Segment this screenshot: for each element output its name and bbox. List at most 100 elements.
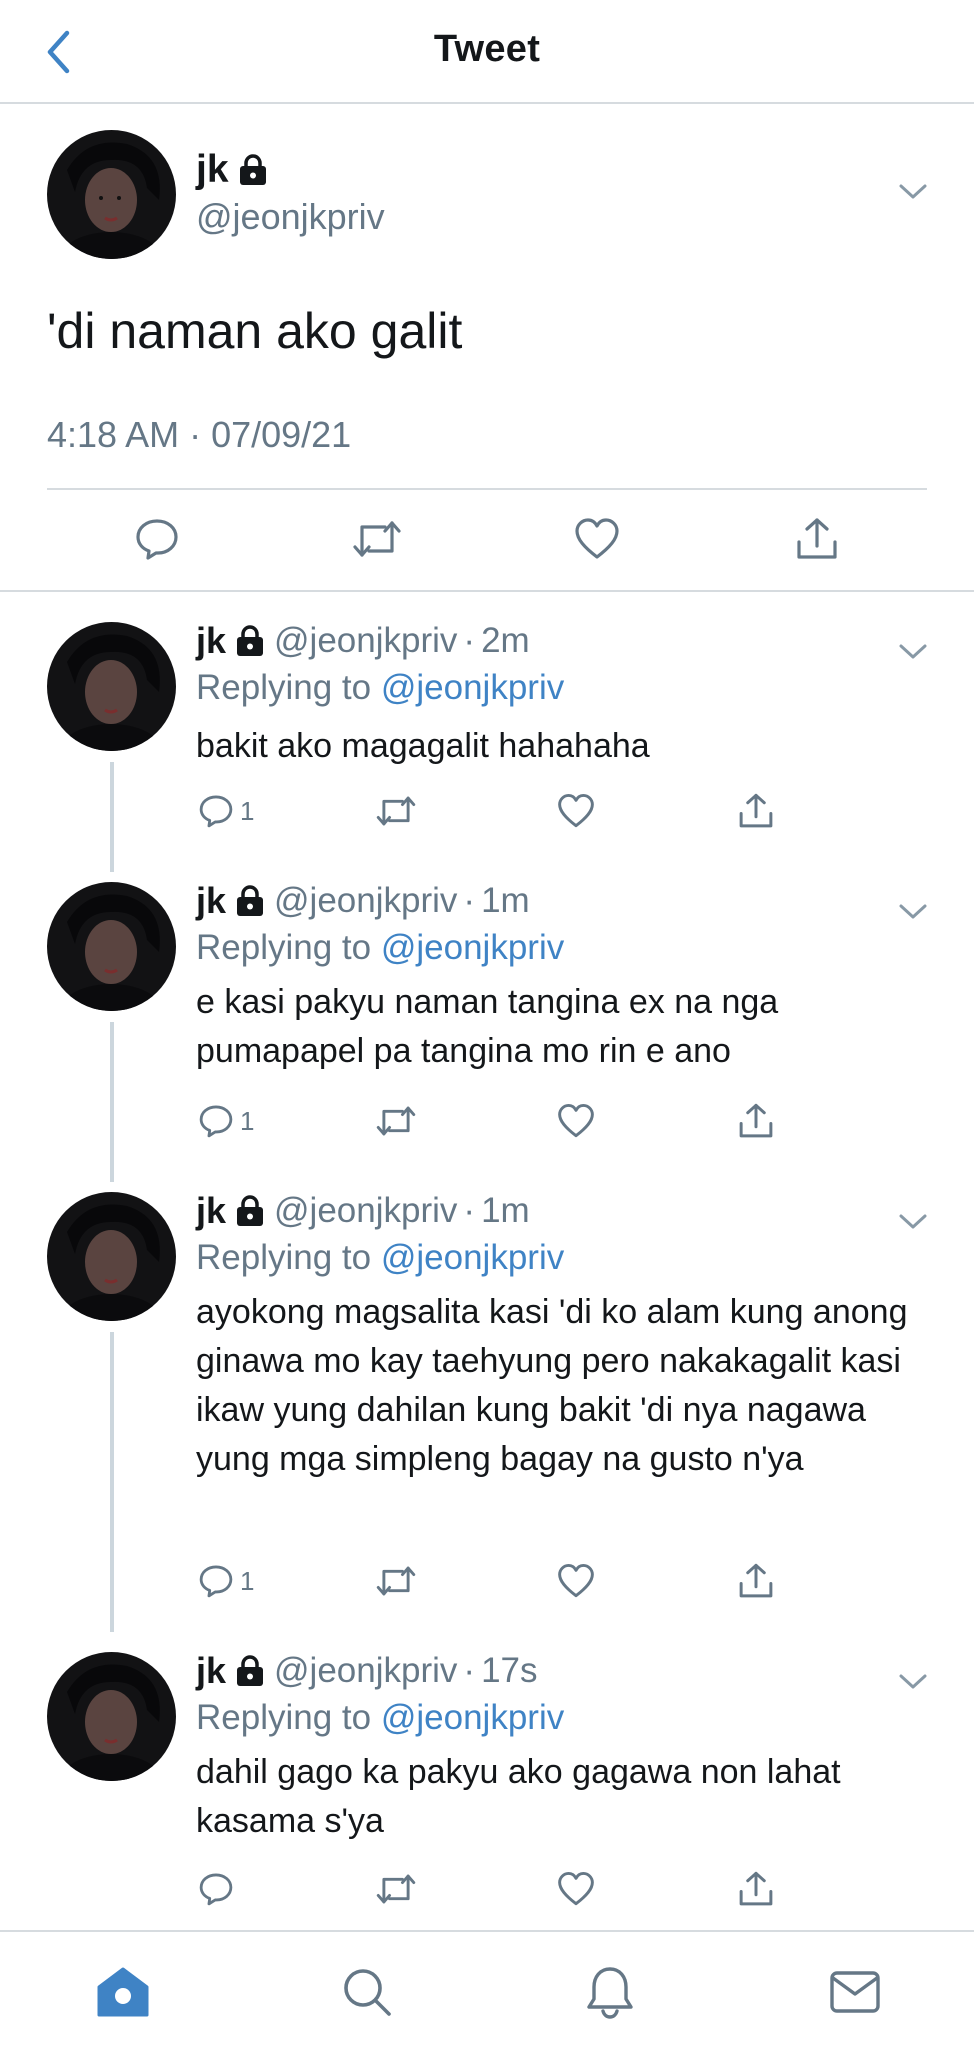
reply-button[interactable]	[127, 509, 187, 569]
retweet-button[interactable]	[347, 509, 407, 569]
avatar[interactable]	[47, 622, 176, 751]
reply-tweet[interactable]: jk @jeonjkpriv · 2m Replying to @jeonjkp…	[0, 592, 974, 862]
handle[interactable]: @jeonjkpriv	[196, 196, 385, 238]
lock-icon	[239, 154, 266, 185]
retweet-icon	[376, 796, 416, 826]
like-icon	[575, 518, 619, 559]
retweet-button[interactable]	[375, 1557, 417, 1605]
replying-to-label: Replying to	[196, 668, 372, 707]
chevron-down-icon	[899, 1214, 927, 1229]
handle[interactable]: @jeonjkpriv	[274, 621, 457, 661]
tab-messages[interactable]	[825, 1962, 885, 2022]
relative-time: 1m	[481, 881, 530, 920]
avatar[interactable]	[47, 130, 176, 259]
share-icon	[739, 793, 773, 828]
reply-icon	[199, 795, 233, 828]
mention-link[interactable]: @jeonjkpriv	[381, 928, 564, 967]
display-name[interactable]: jk	[196, 148, 269, 192]
like-button[interactable]	[557, 1557, 595, 1605]
separator-dot: ·	[463, 881, 476, 920]
tab-home[interactable]	[93, 1962, 153, 2022]
retweet-button[interactable]	[375, 1865, 417, 1913]
more-options-button[interactable]	[893, 637, 933, 667]
avatar[interactable]	[47, 1192, 176, 1321]
reply-button[interactable]: 1	[198, 1557, 254, 1605]
retweet-icon	[353, 521, 401, 557]
display-name[interactable]: jk	[196, 1190, 226, 1232]
like-icon	[558, 793, 594, 828]
tweet-actions: 1	[0, 787, 974, 837]
reply-tweet[interactable]: jk @jeonjkpriv · 1m Replying to @jeonjkp…	[0, 852, 974, 1162]
replying-to: Replying to @jeonjkpriv	[196, 668, 564, 708]
handle[interactable]: @jeonjkpriv	[274, 881, 457, 921]
tweet-text: e kasi pakyu naman tangina ex na nga pum…	[196, 983, 779, 1070]
display-name-text: jk	[196, 148, 229, 191]
share-button[interactable]	[737, 1557, 775, 1605]
reply-icon	[136, 519, 178, 560]
share-button[interactable]	[737, 1097, 775, 1145]
like-button[interactable]	[557, 787, 595, 835]
reply-header: jk @jeonjkpriv · 1m	[196, 1190, 530, 1232]
display-name[interactable]: jk	[196, 880, 226, 922]
separator-dot: ·	[463, 1191, 476, 1230]
lock-icon	[237, 1655, 264, 1686]
more-options-button[interactable]	[893, 1207, 933, 1237]
display-name[interactable]: jk	[196, 1650, 226, 1692]
timestamp[interactable]: 4:18 AM · 07/09/21	[47, 414, 351, 456]
like-button[interactable]	[557, 1097, 595, 1145]
replying-to-label: Replying to	[196, 1698, 372, 1737]
display-name[interactable]: jk	[196, 620, 226, 662]
more-options-button[interactable]	[893, 177, 933, 207]
tweet-actions: 1	[0, 1557, 974, 1607]
avatar[interactable]	[47, 882, 176, 1011]
retweet-icon	[376, 1874, 416, 1904]
replying-to: Replying to @jeonjkpriv	[196, 1238, 564, 1278]
handle[interactable]: @jeonjkpriv	[274, 1191, 457, 1231]
retweet-icon	[376, 1566, 416, 1596]
relative-time: 1m	[481, 1191, 530, 1230]
share-icon	[739, 1871, 773, 1906]
reply-tweet[interactable]: jk @jeonjkpriv · 17s Replying to @jeonjk…	[0, 1622, 974, 1930]
mention-link[interactable]: @jeonjkpriv	[381, 1238, 564, 1277]
mention-link[interactable]: @jeonjkpriv	[381, 1698, 564, 1737]
reply-tweet[interactable]: jk @jeonjkpriv · 1m Replying to @jeonjkp…	[0, 1162, 974, 1622]
tweet-text: ayokong magsalita kasi 'di ko alam kung …	[196, 1293, 908, 1478]
reply-button[interactable]	[198, 1865, 240, 1913]
reply-button[interactable]: 1	[198, 787, 254, 835]
lock-icon	[237, 1195, 264, 1226]
replying-to: Replying to @jeonjkpriv	[196, 928, 564, 968]
like-icon	[558, 1563, 594, 1598]
relative-time: 2m	[481, 621, 530, 660]
replying-to: Replying to @jeonjkpriv	[196, 1698, 564, 1738]
share-button[interactable]	[737, 1865, 775, 1913]
tweet-actions	[0, 509, 974, 579]
handle[interactable]: @jeonjkpriv	[274, 1651, 457, 1691]
more-options-button[interactable]	[893, 1667, 933, 1697]
home-icon	[97, 1967, 149, 2017]
lock-icon	[237, 625, 264, 656]
tab-search[interactable]	[337, 1962, 397, 2022]
bottom-tab-bar	[0, 1930, 974, 2048]
chevron-down-icon	[899, 1674, 927, 1689]
share-button[interactable]	[737, 787, 775, 835]
share-button[interactable]	[787, 509, 847, 569]
retweet-button[interactable]	[375, 787, 417, 835]
more-options-button[interactable]	[893, 897, 933, 927]
tweet-text: dahil gago ka pakyu ako gagawa non lahat…	[196, 1753, 841, 1840]
like-button[interactable]	[567, 509, 627, 569]
tab-notifications[interactable]	[580, 1962, 640, 2022]
reply-header: jk @jeonjkpriv · 2m	[196, 620, 530, 662]
like-icon	[558, 1871, 594, 1906]
mention-link[interactable]: @jeonjkpriv	[381, 668, 564, 707]
reply-icon	[199, 1873, 233, 1906]
reply-count: 1	[240, 1565, 255, 1596]
tweet-text: 'di naman ako galit	[47, 303, 463, 359]
avatar[interactable]	[47, 1652, 176, 1781]
reply-button[interactable]: 1	[198, 1097, 254, 1145]
tweet-actions	[0, 1865, 974, 1915]
share-icon	[797, 518, 837, 559]
reply-count: 1	[240, 795, 255, 826]
like-button[interactable]	[557, 1865, 595, 1913]
retweet-button[interactable]	[375, 1097, 417, 1145]
lock-icon	[237, 885, 264, 916]
